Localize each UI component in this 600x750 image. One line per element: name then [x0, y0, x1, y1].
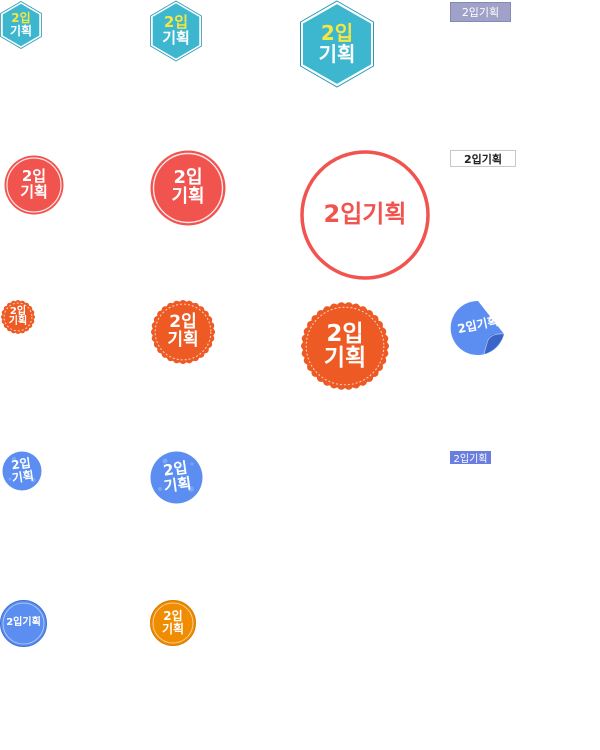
blue-circle-badge: 2입기획 — [0, 600, 47, 647]
badge-text-bottom: 기획 — [161, 622, 185, 636]
badge-text-bottom: 기획 — [9, 24, 33, 38]
badge-text: 2입기획 — [323, 200, 407, 229]
badge-text-bottom: 기획 — [8, 316, 28, 327]
badge-text-bottom: 기획 — [323, 345, 367, 371]
tag-text: 2입기획 — [463, 152, 502, 166]
orange-circle-badge: 2입 기획 — [150, 600, 196, 646]
teal-hexagon-badge-small: 2입 기획 — [0, 1, 42, 49]
badge-text-bottom: 기획 — [162, 29, 190, 47]
badge-text-bottom: 기획 — [20, 183, 48, 201]
blue-peel-sticker-badge: 2입기획 — [450, 300, 506, 356]
tag-text: 2입기획 — [461, 6, 500, 19]
white-label-tag: 2입기획 — [450, 150, 516, 167]
red-outline-circle-badge-large: 2입기획 — [300, 150, 430, 280]
orange-scallop-badge-medium: 2입 기획 — [150, 299, 216, 365]
blue-grunge-badge-medium: 2입 기획 — [150, 451, 203, 504]
red-circle-badge-medium: 2입 기획 — [150, 150, 226, 226]
red-circle-badge-small: 2입 기획 — [4, 155, 64, 215]
badge-text: 2입기획 — [456, 313, 500, 336]
badge-text-bottom: 기획 — [318, 42, 356, 66]
badge-text-bottom: 기획 — [10, 468, 35, 486]
blue-grunge-badge-small: 2입 기획 — [2, 451, 42, 491]
badge-text: 2입기획 — [6, 617, 41, 629]
badge-text-bottom: 기획 — [162, 473, 193, 496]
badge-text-bottom: 기획 — [171, 186, 205, 207]
orange-scallop-badge-large: 2입 기획 — [300, 301, 390, 391]
teal-hexagon-badge-large: 2입 기획 — [300, 0, 374, 88]
teal-hexagon-badge-medium: 2입 기획 — [150, 0, 202, 62]
badge-text-bottom: 기획 — [167, 330, 199, 350]
blue-label-tag: 2입기획 — [450, 451, 491, 465]
badge-text-top: 2입 — [320, 21, 354, 45]
gray-label-tag: 2입기획 — [450, 2, 511, 22]
orange-scallop-badge-small: 2입 기획 — [0, 299, 36, 335]
badge-text-top: 2입 — [326, 320, 364, 347]
tag-text: 2입기획 — [453, 454, 488, 465]
